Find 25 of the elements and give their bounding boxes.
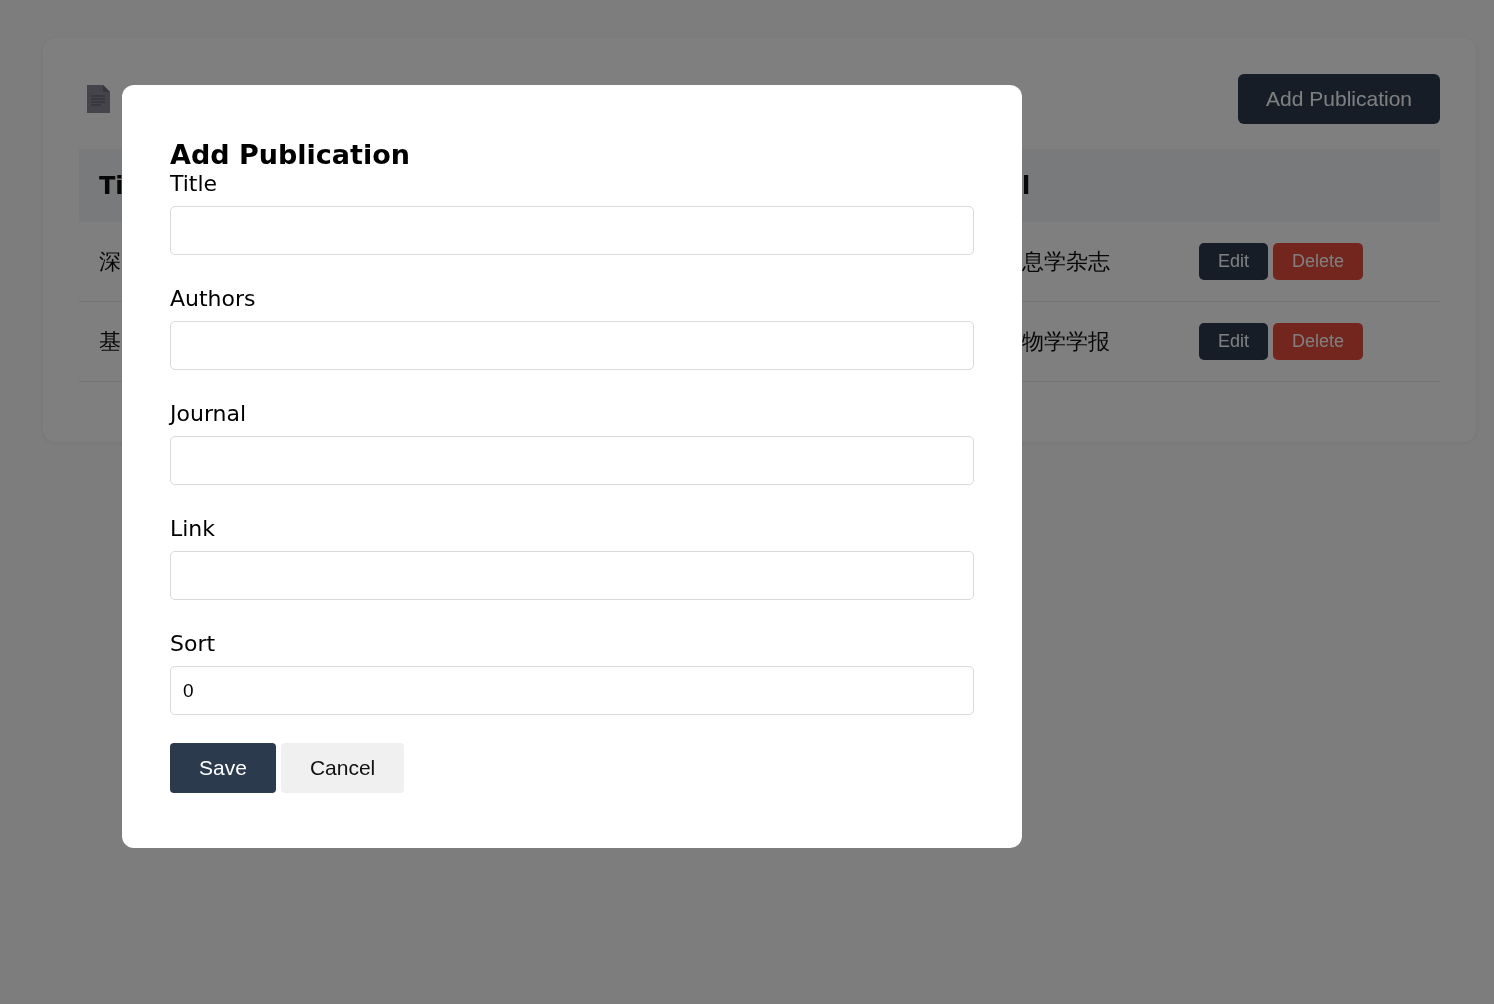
delete-button[interactable]: Delete [1273, 243, 1364, 280]
column-header: Ti [99, 171, 124, 200]
input-field[interactable] [170, 436, 974, 485]
table-cell-text: 息学杂志 [1022, 247, 1110, 276]
save-button[interactable]: Save [170, 743, 276, 793]
table-cell-text: 基 [99, 327, 121, 356]
field-label: Authors [170, 285, 257, 313]
input-field[interactable] [170, 551, 974, 600]
field-label: Sort [170, 630, 217, 658]
field-label: Journal [170, 400, 248, 428]
document-icon [87, 85, 110, 113]
input-field[interactable]: 0 [170, 666, 974, 715]
input-field[interactable] [170, 206, 974, 255]
add-publication-button[interactable]: Add Publication [1238, 74, 1440, 124]
cancel-button[interactable]: Cancel [280, 743, 405, 793]
modal-title: Add Publication [170, 138, 411, 172]
input-field[interactable] [170, 321, 974, 370]
edit-button[interactable]: Edit [1199, 323, 1269, 360]
field-label: Link [170, 515, 217, 543]
column-header: l [1022, 171, 1031, 200]
delete-button[interactable]: Delete [1273, 323, 1364, 360]
edit-button[interactable]: Edit [1199, 243, 1269, 280]
field-label: Title [170, 170, 219, 198]
table-cell-text: 深 [99, 247, 121, 276]
table-cell-text: 物学学报 [1022, 327, 1110, 356]
